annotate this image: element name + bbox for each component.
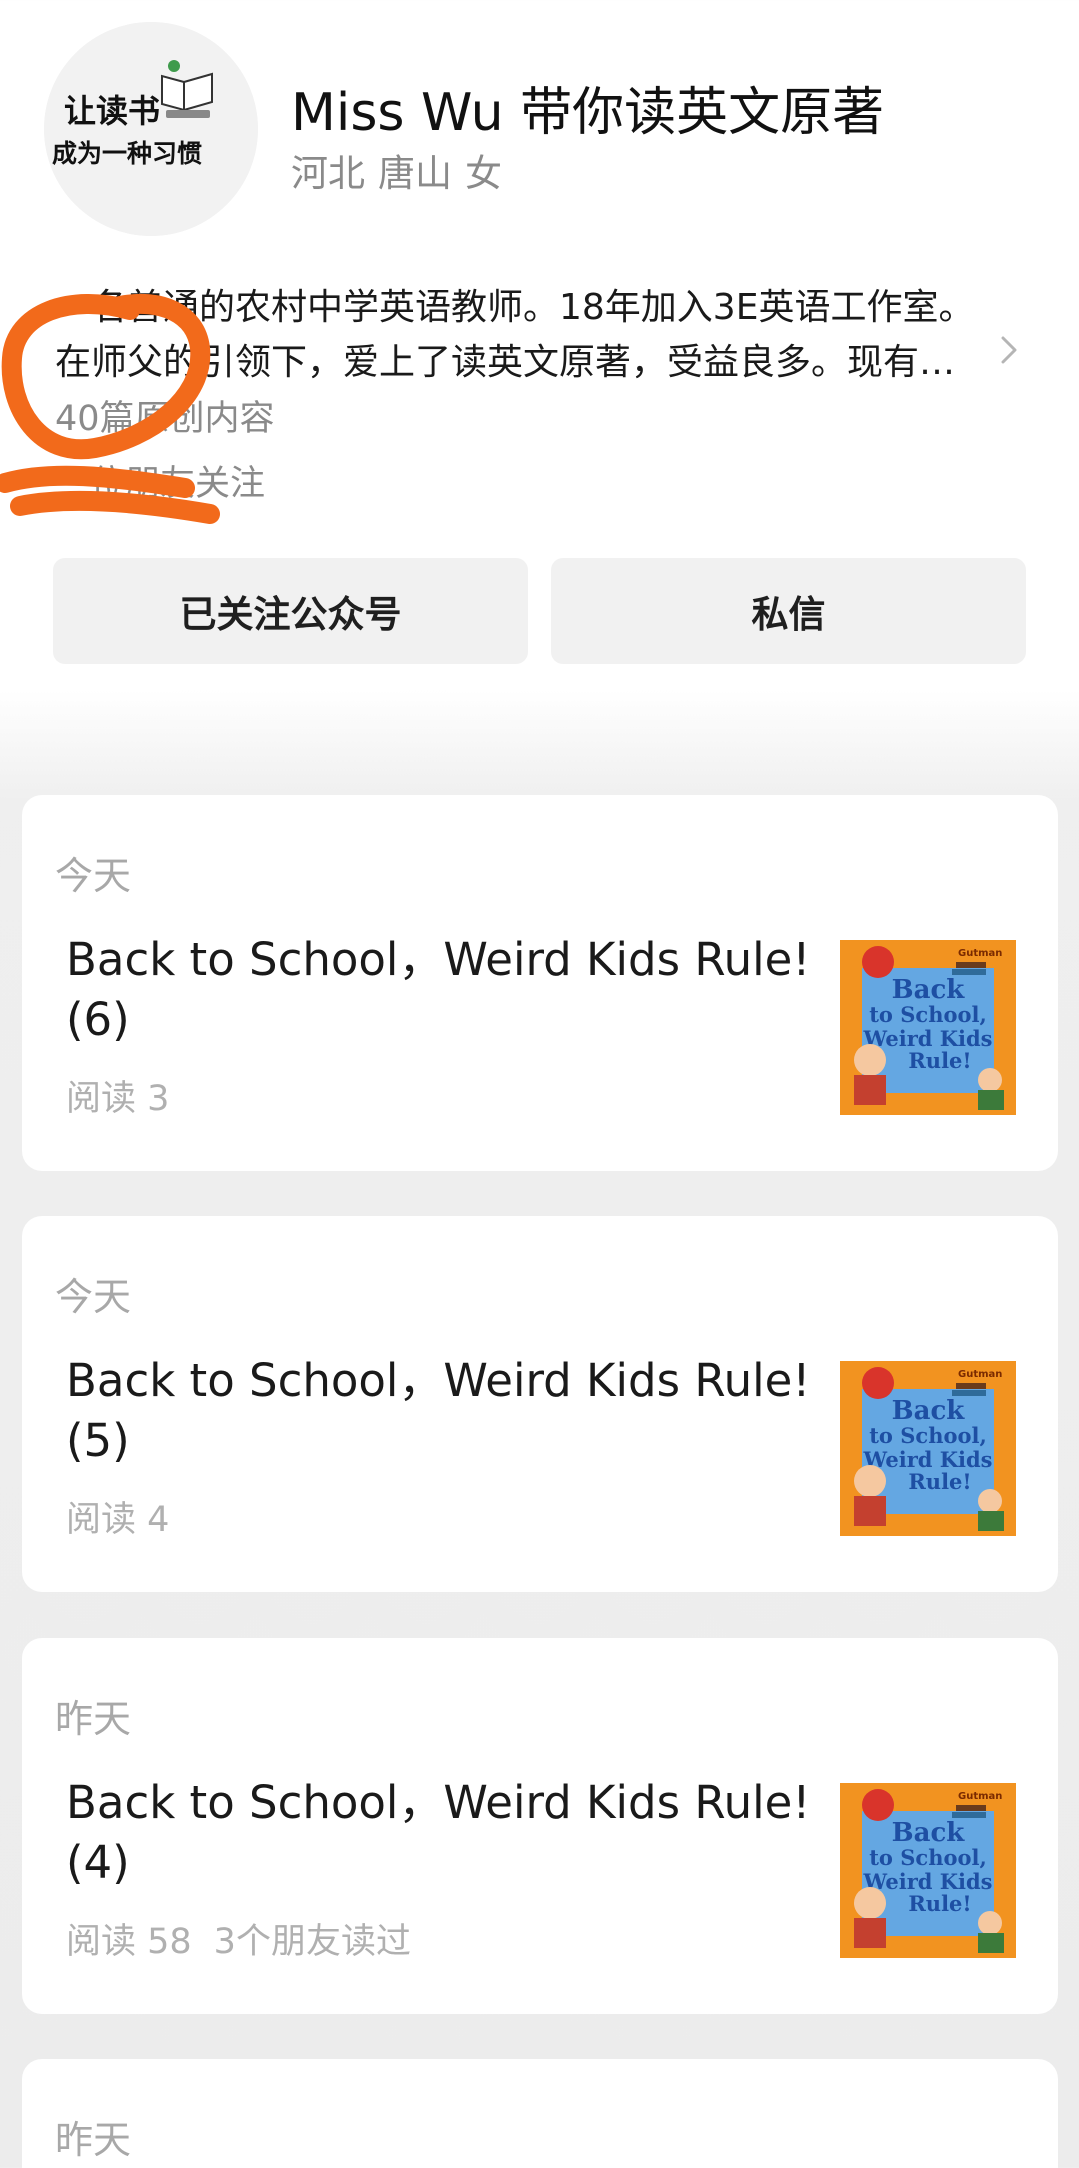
svg-text:Gutman: Gutman: [958, 948, 1002, 959]
bio-line-1: 一名普通的农村中学英语教师。18年加入3E英语工作室。: [55, 287, 975, 328]
article-read-count: 阅读 4: [66, 1500, 170, 1540]
profile-header: 让读书 成为一种习惯 Miss Wu 带你读英文原著 河北 唐山女 一名普通的农村…: [0, 0, 1079, 720]
svg-text:Rule!: Rule!: [908, 1469, 971, 1494]
article-card[interactable]: 昨天 Back to School，Weird Kids Rule!(4) 阅读…: [22, 1638, 1058, 2014]
svg-text:Gutman: Gutman: [958, 1791, 1002, 1802]
svg-text:to School,: to School,: [869, 1002, 987, 1027]
article-title[interactable]: Back to School，Weird Kids Rule!(5): [66, 1351, 826, 1471]
article-date: 今天: [55, 1275, 132, 1319]
article-thumbnail[interactable]: Gutman Back to School, Weird Kids Rule!: [840, 1783, 1016, 1958]
article-date: 昨天: [55, 1697, 132, 1741]
svg-text:Back: Back: [892, 975, 966, 1005]
article-read-count: 阅读 3: [66, 1079, 170, 1119]
friends-following[interactable]: …位朋友关注: [55, 455, 265, 506]
article-date: 昨天: [55, 2118, 132, 2162]
friends-read: 3个朋友读过: [213, 1922, 411, 1962]
svg-text:to School,: to School,: [869, 1845, 987, 1870]
chevron-right-icon: [1001, 336, 1017, 364]
book-cover-image: Gutman Back to School, Weird Kids Rule!: [840, 1361, 1016, 1536]
bio-line-2: 在师父的引领下，爱上了读英文原著，受益良多。现有…: [55, 342, 956, 383]
svg-text:Back: Back: [892, 1818, 966, 1848]
svg-text:Back: Back: [892, 1396, 966, 1426]
account-meta: 河北 唐山女: [291, 143, 502, 197]
book-cover-image: Gutman Back to School, Weird Kids Rule!: [840, 940, 1016, 1115]
account-name: Miss Wu 带你读英文原著: [291, 83, 885, 143]
private-message-button[interactable]: 私信: [551, 558, 1026, 664]
book-cover-image: Gutman Back to School, Weird Kids Rule!: [840, 1783, 1016, 1958]
article-read-count: 阅读 58 3个朋友读过: [66, 1913, 411, 1964]
avatar-slogan-line2: 成为一种习惯: [52, 139, 202, 168]
avatar-logo: 让读书 成为一种习惯: [44, 22, 258, 236]
article-thumbnail[interactable]: Gutman Back to School, Weird Kids Rule!: [840, 940, 1016, 1115]
article-title[interactable]: Back to School，Weird Kids Rule!(4): [66, 1773, 826, 1893]
account-bio[interactable]: 一名普通的农村中学英语教师。18年加入3E英语工作室。 在师父的引领下，爱上了读…: [55, 280, 1025, 390]
svg-text:Gutman: Gutman: [958, 1369, 1002, 1380]
account-gender: 女: [465, 152, 502, 195]
article-card[interactable]: 昨天: [22, 2059, 1058, 2168]
svg-text:Rule!: Rule!: [908, 1891, 971, 1916]
account-city: 唐山: [378, 152, 452, 195]
svg-text:Rule!: Rule!: [908, 1048, 971, 1073]
article-date: 今天: [55, 854, 132, 898]
followed-account-button[interactable]: 已关注公众号: [53, 558, 528, 664]
svg-text:to School,: to School,: [869, 1423, 987, 1448]
read-count: 阅读 58: [66, 1922, 192, 1962]
article-title[interactable]: Back to School，Weird Kids Rule!(6): [66, 930, 826, 1050]
article-card[interactable]: 今天 Back to School，Weird Kids Rule!(6) 阅读…: [22, 795, 1058, 1171]
account-region: 河北: [291, 152, 365, 195]
original-articles-count[interactable]: 40篇原创内容: [55, 390, 275, 441]
article-card[interactable]: 今天 Back to School，Weird Kids Rule!(5) 阅读…: [22, 1216, 1058, 1592]
account-avatar[interactable]: 让读书 成为一种习惯: [44, 22, 258, 236]
avatar-slogan-line1: 让读书: [64, 92, 160, 130]
article-thumbnail[interactable]: Gutman Back to School, Weird Kids Rule!: [840, 1361, 1016, 1536]
follow-status-text: 位朋友关注: [90, 464, 266, 504]
